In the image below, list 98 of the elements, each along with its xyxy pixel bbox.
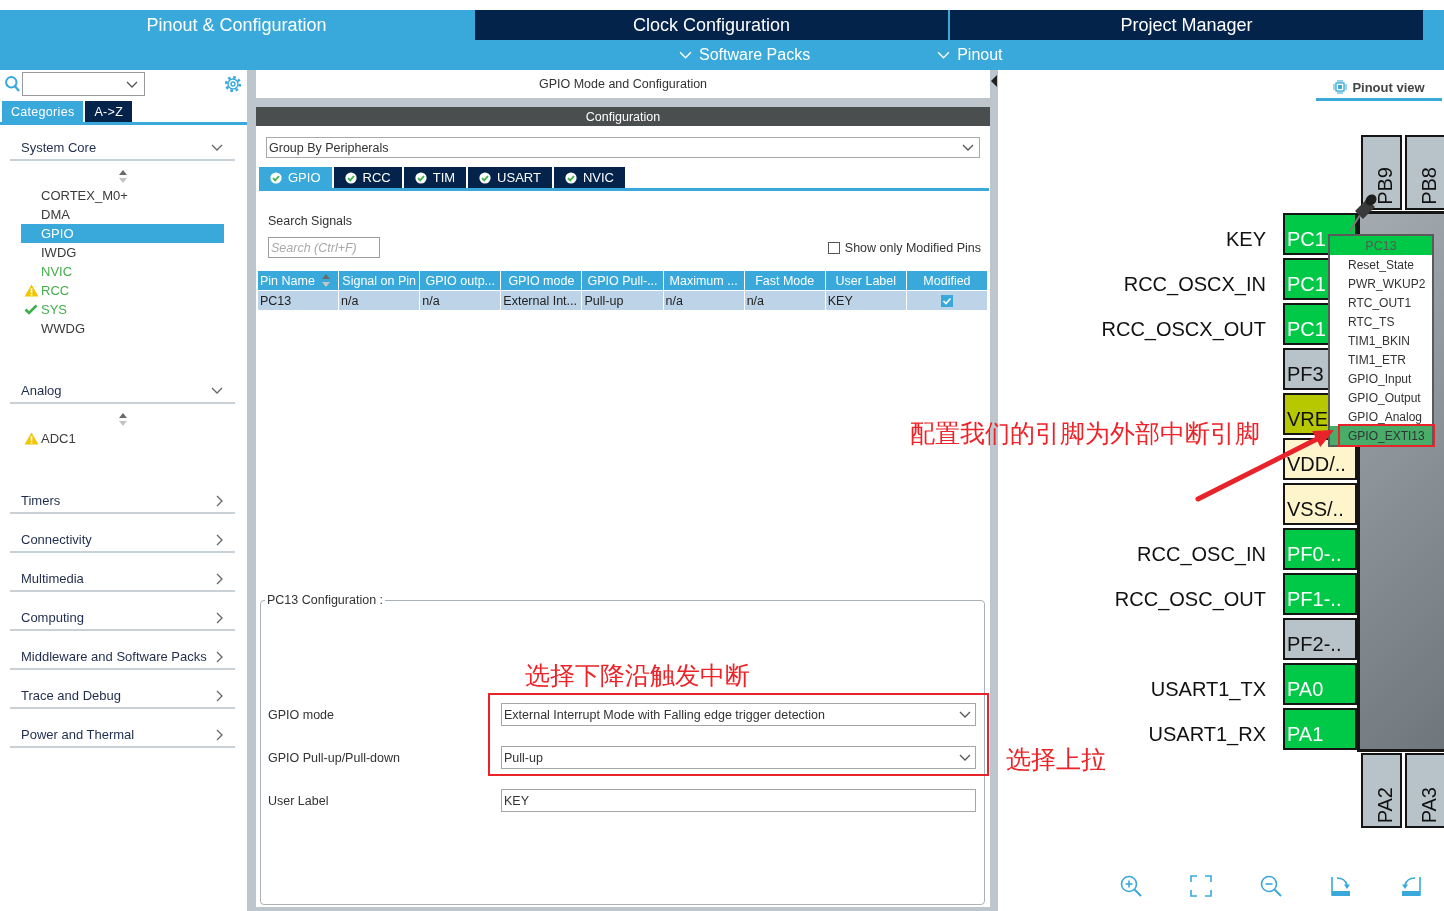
pin[interactable]: PA2: [1361, 753, 1402, 828]
menu-title: PC13: [1330, 236, 1432, 255]
checkbox[interactable]: [827, 241, 840, 254]
search-icon[interactable]: [5, 76, 20, 92]
zoom-out-icon[interactable]: [1260, 875, 1282, 897]
group-title: PC13 Configuration :: [266, 593, 385, 607]
dropdown-field[interactable]: External Interrupt Mode with Falling edge trigger detection: [501, 703, 976, 726]
peripheral-tab[interactable]: RCC: [333, 167, 402, 188]
table-cell: n/a: [420, 291, 501, 310]
caret-icon: [211, 387, 223, 394]
sidebar-item[interactable]: IWDG: [21, 243, 224, 262]
check-icon: [24, 304, 38, 315]
table-cell: n/a: [339, 291, 420, 310]
caret-icon: [126, 80, 138, 88]
rotate-icon[interactable]: [1400, 875, 1422, 897]
sort-icon: [322, 274, 331, 287]
category-header[interactable]: Power and Thermal: [10, 723, 235, 748]
table-cell: n/a: [663, 291, 744, 310]
field-label: GPIO Pull-up/Pull-down: [268, 750, 400, 765]
zoom-in-icon[interactable]: [1120, 875, 1142, 897]
annotation-text: 配置我们的引脚为外部中断引脚: [910, 420, 1260, 448]
fit-screen-icon[interactable]: [1190, 875, 1212, 897]
chevron-icon: [216, 689, 223, 702]
search-label: Search Signals: [268, 214, 353, 228]
table-cell: External Int...: [501, 291, 582, 310]
chevron-icon: [216, 728, 223, 741]
peripheral-tab[interactable]: NVIC: [553, 167, 625, 188]
sidebar-item[interactable]: CORTEX_M0+: [21, 186, 224, 205]
view-tab[interactable]: A->Z: [85, 101, 133, 122]
caret-icon: [959, 711, 971, 718]
category-header[interactable]: System Core: [10, 136, 235, 161]
sidebar-item[interactable]: DMA: [21, 205, 224, 224]
field-label: User Label: [268, 793, 329, 808]
pin[interactable]: PB8: [1405, 135, 1444, 210]
chevron-icon: [216, 572, 223, 585]
chevron-icon: [216, 494, 223, 507]
nav-tab[interactable]: Project Manager: [950, 10, 1423, 40]
table-cell: Pull-up: [582, 291, 663, 310]
category-header[interactable]: Middleware and Software Packs: [10, 645, 235, 670]
signal-label: KEY: [1225, 227, 1266, 251]
table-cell: PC13: [258, 291, 339, 310]
view-tab[interactable]: Pinout view: [1316, 76, 1442, 101]
category-header[interactable]: Computing: [10, 606, 235, 631]
chip-icon: [1333, 80, 1348, 94]
warning-icon: [23, 284, 39, 297]
checkbox-label[interactable]: Show only Modified Pins: [844, 240, 981, 255]
category-header[interactable]: Analog: [10, 379, 235, 404]
check-circle-icon: [564, 171, 577, 184]
pin[interactable]: VSS/..: [1283, 483, 1357, 525]
warning-icon: [23, 432, 39, 445]
chevron-icon: [216, 650, 223, 663]
sort-icon[interactable]: [118, 413, 127, 426]
peripheral-tab[interactable]: USART: [468, 167, 552, 188]
signal-label: RCC_OSCX_OUT: [1101, 317, 1266, 341]
category-header[interactable]: Timers: [10, 489, 235, 514]
table-cell: n/a: [744, 291, 825, 310]
check-circle-icon: [344, 171, 357, 184]
checkbox[interactable]: [940, 294, 953, 307]
table-cell: KEY: [825, 291, 906, 310]
chevron-icon: [216, 533, 223, 546]
section-header: Configuration: [256, 107, 990, 126]
group-dropdown[interactable]: Group By Peripherals: [266, 137, 980, 158]
panel-title: GPIO Mode and Configuration: [256, 70, 990, 98]
signal-label: RCC_OSC_IN: [1137, 542, 1266, 566]
category-header[interactable]: Multimedia: [10, 567, 235, 592]
annotation-text: 选择上拉: [1006, 746, 1106, 774]
pin[interactable]: PA3: [1405, 753, 1444, 828]
chevron-icon: [216, 611, 223, 624]
signal-label: RCC_OSC_OUT: [1114, 587, 1266, 611]
check-circle-icon: [414, 171, 427, 184]
sidebar-item[interactable]: ADC1: [21, 429, 224, 448]
search-field[interactable]: [22, 72, 145, 96]
nav-tab[interactable]: Clock Configuration: [475, 10, 948, 40]
dropdown-field[interactable]: Pull-up: [501, 746, 976, 769]
peripheral-tab[interactable]: TIM: [403, 167, 467, 188]
pin[interactable]: PF2-..: [1283, 618, 1357, 660]
rotate-icon[interactable]: [1330, 875, 1352, 897]
signal-label: USART1_TX: [1150, 677, 1266, 701]
caret-icon: [937, 51, 951, 59]
text-field[interactable]: KEY: [501, 789, 976, 812]
signal-label: USART1_RX: [1148, 722, 1266, 746]
category-header[interactable]: Connectivity: [10, 528, 235, 553]
category-header[interactable]: Trace and Debug: [10, 684, 235, 709]
caret-icon: [211, 144, 223, 151]
check-circle-icon: [270, 171, 282, 184]
signal-label: RCC_OSCX_IN: [1123, 272, 1266, 296]
settings-icon[interactable]: [224, 75, 242, 93]
caret-icon: [679, 51, 692, 59]
menu-item[interactable]: GPIO_EXTI13: [1330, 426, 1432, 445]
sort-icon[interactable]: [118, 170, 127, 183]
pin[interactable]: PB9: [1361, 135, 1402, 210]
field-label: GPIO mode: [268, 707, 334, 722]
caret-icon: [962, 144, 974, 151]
sidebar-item[interactable]: WWDG: [21, 319, 224, 338]
check-circle-icon: [479, 171, 492, 184]
annotation-text: 选择下降沿触发中断: [525, 662, 750, 690]
search-field[interactable]: Search (Ctrl+F): [268, 237, 380, 258]
caret-icon: [959, 754, 971, 761]
